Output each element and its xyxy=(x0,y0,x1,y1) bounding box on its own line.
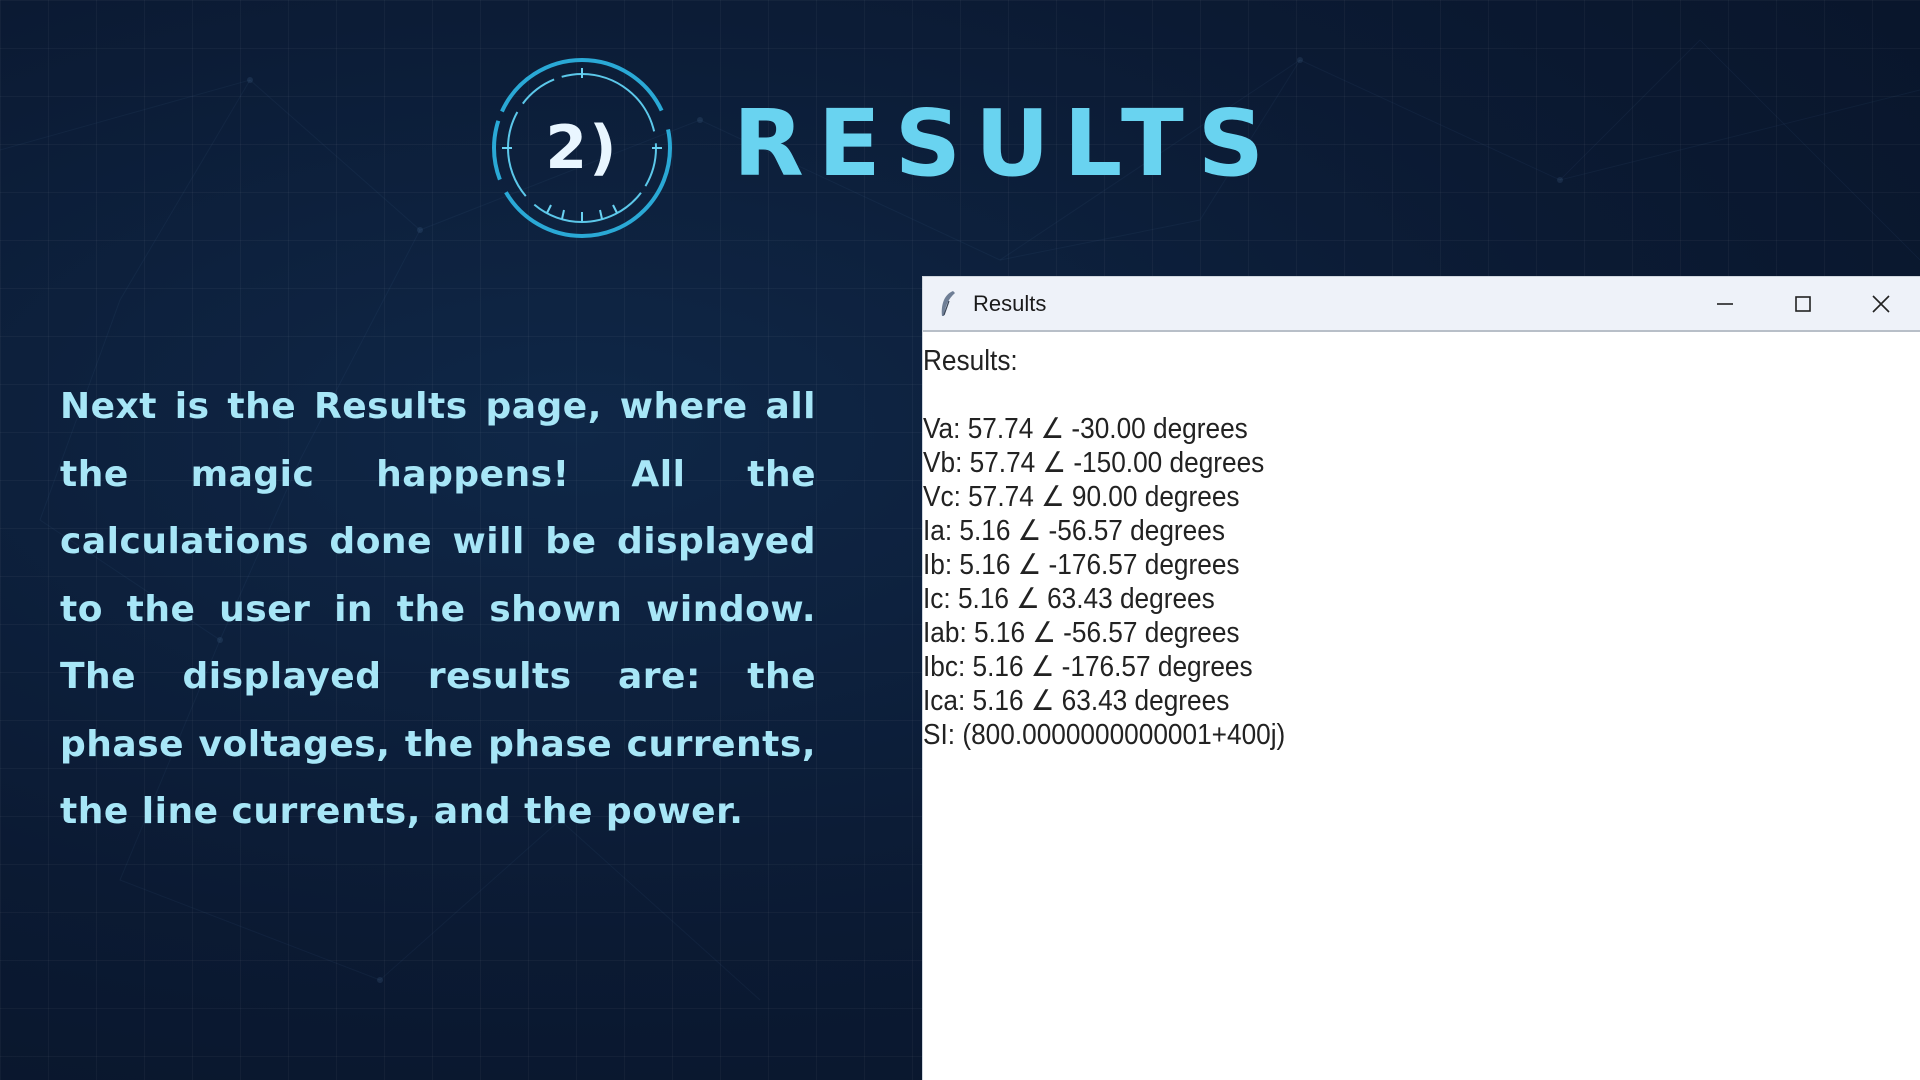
badge-number: 2) xyxy=(545,113,619,183)
results-heading: Results: xyxy=(923,345,1018,377)
maximize-icon xyxy=(1795,295,1811,312)
window-titlebar[interactable]: Results xyxy=(923,277,1920,332)
close-button[interactable] xyxy=(1842,277,1920,330)
results-window: Results Results: Va: 57.74 ∠ -30.00 degr… xyxy=(923,277,1920,1080)
minimize-button[interactable] xyxy=(1686,277,1764,330)
result-line-power: SI: (800.0000000000001+400j) xyxy=(923,719,1286,751)
feather-icon xyxy=(941,290,955,316)
page-title: RESULTS xyxy=(733,89,1279,197)
results-content: Results: Va: 57.74 ∠ -30.00 degrees Vb: … xyxy=(923,332,1840,1080)
result-line-ibc: Ibc: 5.16 ∠ -176.57 degrees xyxy=(923,651,1253,683)
result-line-ic: Ic: 5.16 ∠ 63.43 degrees xyxy=(923,583,1215,615)
result-line-vc: Vc: 57.74 ∠ 90.00 degrees xyxy=(923,481,1240,513)
maximize-button[interactable] xyxy=(1764,277,1842,330)
result-line-vb: Vb: 57.74 ∠ -150.00 degrees xyxy=(923,447,1265,479)
description-text: Next is the Results page, where all the … xyxy=(60,386,816,832)
close-icon xyxy=(1872,294,1890,313)
window-title: Results xyxy=(973,290,1047,316)
minimize-icon xyxy=(1717,302,1733,305)
result-line-iab: Iab: 5.16 ∠ -56.57 degrees xyxy=(923,617,1240,649)
result-line-va: Va: 57.74 ∠ -30.00 degrees xyxy=(923,413,1248,445)
result-line-ia: Ia: 5.16 ∠ -56.57 degrees xyxy=(923,515,1225,547)
section-badge: 2) xyxy=(487,53,677,243)
result-line-ica: Ica: 5.16 ∠ 63.43 degrees xyxy=(923,685,1230,717)
result-line-ib: Ib: 5.16 ∠ -176.57 degrees xyxy=(923,549,1240,581)
